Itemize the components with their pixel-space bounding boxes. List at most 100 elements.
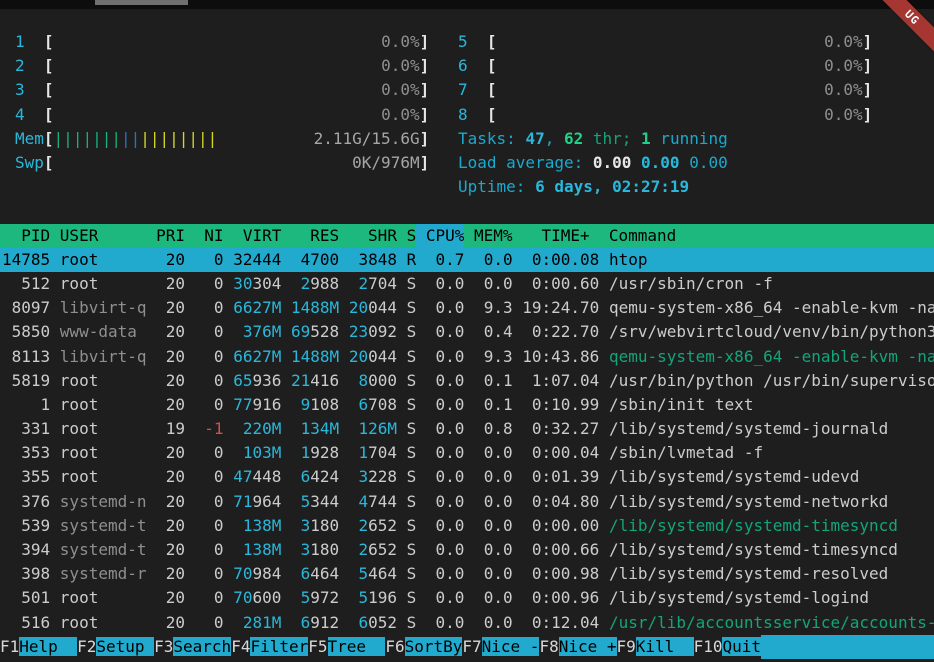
sep bbox=[339, 347, 349, 366]
bar-fill bbox=[497, 54, 825, 78]
cpu-meter-2: 2 [0.0%] bbox=[15, 54, 429, 78]
cell-state: S bbox=[397, 322, 426, 341]
process-row[interactable]: 394 systemd-t 20 0 138M 3180 2652 S 0.0 … bbox=[0, 538, 934, 562]
process-row[interactable]: 8113 libvirt-q 20 0 6627M 1488M 20044 S … bbox=[0, 345, 934, 369]
header-sort-cpu[interactable]: CPU% bbox=[416, 224, 464, 248]
process-row[interactable]: 8097 libvirt-q 20 0 6627M 1488M 20044 S … bbox=[0, 296, 934, 320]
cell-res-hi: 1488M bbox=[291, 298, 339, 317]
cell-state: S bbox=[397, 564, 426, 583]
cpu-meter-1: 1 [0.0%] bbox=[15, 30, 429, 54]
cell-pid: 539 bbox=[2, 516, 60, 535]
cell-state: S bbox=[397, 588, 426, 607]
process-row[interactable]: 1 root 20 0 77916 9108 6708 S 0.0 0.1 0:… bbox=[0, 393, 934, 417]
meter-bar: 0.0% bbox=[497, 78, 863, 102]
process-row[interactable]: 5850 www-data 20 0 376M 69528 23092 S 0.… bbox=[0, 320, 934, 344]
process-row[interactable]: 331 root 19 -1 220M 134M 126M S 0.0 0.8 … bbox=[0, 417, 934, 441]
cell-res-lo: 528 bbox=[310, 322, 339, 341]
bracket-close: ] bbox=[420, 80, 430, 99]
cell-state: S bbox=[397, 540, 426, 559]
process-row[interactable]: 376 systemd-n 20 0 71964 5344 4744 S 0.0… bbox=[0, 490, 934, 514]
cell-user: systemd-r bbox=[60, 564, 156, 583]
cell-virt-hi: 138M bbox=[233, 540, 281, 559]
cell-pid: 516 bbox=[2, 613, 60, 632]
process-row[interactable]: 355 root 20 0 47448 6424 3228 S 0.0 0.0 … bbox=[0, 465, 934, 489]
cell-pid: 8113 bbox=[2, 347, 60, 366]
sep bbox=[281, 419, 291, 438]
cell-user: libvirt-q bbox=[60, 347, 156, 366]
tasks-line-segment: Tasks: bbox=[458, 129, 525, 148]
cell-ni: 0 bbox=[195, 395, 224, 414]
process-row[interactable]: 353 root 20 0 103M 1928 1704 S 0.0 0.0 0… bbox=[0, 441, 934, 465]
sep bbox=[339, 564, 349, 583]
cell-shr-hi: 3 bbox=[349, 467, 368, 486]
header-columns-left[interactable]: PID USER PRI NI VIRT RES SHR S bbox=[2, 224, 416, 248]
cell-pid: 331 bbox=[2, 419, 60, 438]
process-row[interactable]: 5819 root 20 0 65936 21416 8000 S 0.0 0.… bbox=[0, 369, 934, 393]
fkey-button-f10[interactable]: F10Quit bbox=[694, 635, 761, 659]
cell-pri: 20 bbox=[156, 395, 195, 414]
fkey-button-f3[interactable]: F3Search bbox=[154, 635, 231, 659]
fkey-button-f7[interactable]: F7Nice - bbox=[462, 635, 539, 659]
cell-shr-hi: 20 bbox=[349, 347, 368, 366]
sep bbox=[224, 564, 234, 583]
sep bbox=[281, 540, 291, 559]
window-tab-sliver[interactable] bbox=[95, 0, 188, 5]
cell-cpu-pct: 0.0 bbox=[426, 540, 474, 559]
fkey-button-f4[interactable]: F4Filter bbox=[231, 635, 308, 659]
cell-cpu-pct: 0.0 bbox=[426, 443, 474, 462]
sep bbox=[339, 540, 349, 559]
sep bbox=[224, 419, 234, 438]
bracket-open: [ bbox=[487, 80, 497, 99]
sep bbox=[339, 274, 349, 293]
process-row[interactable]: 14785 root 20 0 32444 4700 3848 R 0.7 0.… bbox=[0, 248, 934, 272]
fkey-button-f2[interactable]: F2Setup bbox=[77, 635, 154, 659]
process-row[interactable]: 398 systemd-r 20 0 70984 6464 5464 S 0.0… bbox=[0, 562, 934, 586]
bracket-open: [ bbox=[487, 105, 497, 124]
sep bbox=[339, 443, 349, 462]
cell-shr-lo: 052 bbox=[368, 613, 397, 632]
cell-state: S bbox=[397, 443, 426, 462]
meter-bar: 0K/976M bbox=[54, 151, 420, 175]
cell-mem-pct: 0.0 bbox=[474, 588, 522, 607]
cell-ni: 0 bbox=[195, 467, 224, 486]
fkey-label: F5 bbox=[308, 637, 327, 656]
cpu-meter-6: 6 [0.0%] bbox=[458, 54, 872, 78]
cell-time: 0:22.70 bbox=[522, 322, 609, 341]
process-row[interactable]: 512 root 20 0 30304 2988 2704 S 0.0 0.0 … bbox=[0, 272, 934, 296]
cell-pid: 5850 bbox=[2, 322, 60, 341]
cell-user: root bbox=[60, 274, 156, 293]
fkey-button-f5[interactable]: F5Tree bbox=[308, 635, 385, 659]
fkey-button-f6[interactable]: F6SortBy bbox=[385, 635, 462, 659]
cell-pri: 20 bbox=[156, 564, 195, 583]
process-row[interactable]: 501 root 20 0 70600 5972 5196 S 0.0 0.0 … bbox=[0, 586, 934, 610]
cell-mem-pct: 9.3 bbox=[474, 347, 522, 366]
cell-res-hi: 6 bbox=[291, 613, 310, 632]
process-row[interactable]: 516 root 20 0 281M 6912 6052 S 0.0 0.0 0… bbox=[0, 611, 934, 635]
fkey-action-label: Nice + bbox=[559, 637, 617, 656]
fkey-button-f1[interactable]: F1Help bbox=[0, 635, 77, 659]
cell-virt-hi: 70 bbox=[233, 588, 252, 607]
cell-pri: 20 bbox=[156, 516, 195, 535]
cell-mem-pct: 0.0 bbox=[474, 613, 522, 632]
fkey-button-f9[interactable]: F9Kill bbox=[617, 635, 694, 659]
bracket-close: ] bbox=[863, 32, 873, 51]
cell-mem-pct: 0.0 bbox=[474, 443, 522, 462]
bracket-close: ] bbox=[863, 105, 873, 124]
cell-res-lo: 424 bbox=[310, 467, 339, 486]
mem-cache-pipes: |||||||| bbox=[140, 127, 217, 151]
mem-used-pipes: ||||||| bbox=[54, 127, 121, 151]
fkey-button-f8[interactable]: F8Nice + bbox=[539, 635, 616, 659]
header-columns-right[interactable]: MEM% TIME+ Command bbox=[464, 224, 676, 248]
process-row[interactable]: 539 systemd-t 20 0 138M 3180 2652 S 0.0 … bbox=[0, 514, 934, 538]
bracket-open: [ bbox=[44, 153, 54, 172]
cell-user: root bbox=[60, 419, 156, 438]
function-key-bar: F1Help F2Setup F3SearchF4FilterF5Tree F6… bbox=[0, 635, 934, 659]
cell-shr-hi: 6 bbox=[349, 613, 368, 632]
sep bbox=[224, 371, 234, 390]
fkey-action-label: Setup bbox=[96, 637, 154, 656]
sep bbox=[224, 395, 234, 414]
sep bbox=[339, 395, 349, 414]
bracket-open: [ bbox=[44, 105, 54, 124]
cell-virt-hi: 71 bbox=[233, 492, 252, 511]
fkey-label: F7 bbox=[462, 637, 481, 656]
